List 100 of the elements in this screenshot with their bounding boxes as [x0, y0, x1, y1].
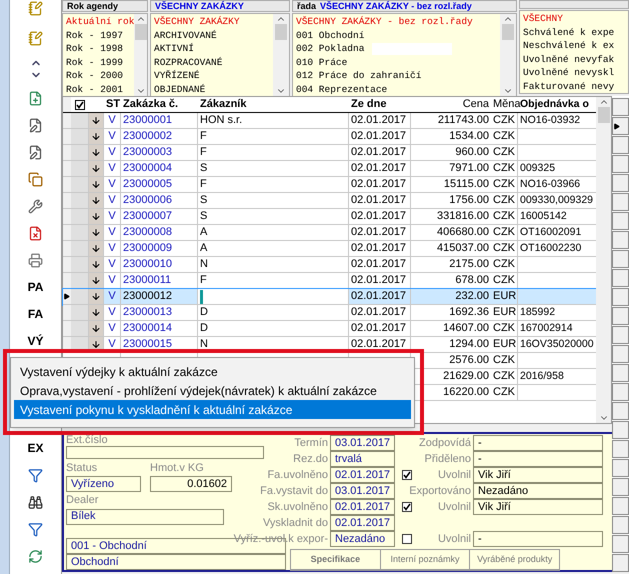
- table-cell-text: D: [200, 321, 208, 336]
- field-label: Sk.uvolněno: [267, 500, 328, 515]
- table-cell-text: 15115.00: [444, 177, 489, 192]
- table-cell-text: CZK: [493, 273, 515, 288]
- table-cell-text: 23000002: [123, 129, 172, 144]
- table-cell-text: EUR: [493, 305, 516, 320]
- table-cell-text: CZK: [493, 209, 515, 224]
- table-cell-text: CZK: [493, 145, 515, 160]
- table-cell-text: CZK: [493, 353, 515, 368]
- table-cell-text: 1756.00: [449, 193, 489, 208]
- table-cell-text: 23000003: [123, 145, 172, 160]
- table-cell-text: F: [200, 129, 207, 144]
- table-cell-text: V: [108, 289, 116, 304]
- field-label: Ext.číslo: [66, 435, 109, 446]
- table-cell-text: CZK: [493, 193, 515, 208]
- field-label: Vyskladnit do: [262, 516, 328, 531]
- table-cell-text: V: [108, 177, 116, 192]
- table-cell-text: 23000007: [123, 209, 172, 224]
- table-cell-text: CZK: [493, 385, 515, 400]
- table-cell-text: 02.01.2017: [351, 225, 406, 240]
- table-cell-text: 232.00: [455, 289, 489, 304]
- table-cell-text: V: [108, 241, 116, 256]
- field-label: Termín: [294, 436, 328, 451]
- table-cell-text: D: [200, 305, 208, 320]
- table-cell-text: 02.01.2017: [351, 257, 406, 272]
- table-cell-text: 02.01.2017: [351, 145, 406, 160]
- table-cell-text: V: [108, 305, 116, 320]
- table-cell-text: V: [108, 209, 116, 224]
- table-cell-text: 009330,009329: [520, 192, 593, 208]
- table-cell-text: OT16002091: [520, 224, 582, 240]
- table-cell-text: 23000013: [123, 305, 172, 320]
- table-cell-text: EUR: [493, 289, 516, 304]
- field-label: Dealer: [66, 493, 100, 508]
- field-label: Fa.vystavit do: [260, 484, 328, 499]
- table-cell-text: OT16002230: [520, 240, 582, 256]
- table-cell-text: 2576.00: [449, 353, 489, 368]
- table-cell-text: F: [200, 145, 207, 160]
- table-cell-text: V: [108, 145, 116, 160]
- field-label: Hmot.v KG: [150, 460, 204, 476]
- table-cell-text: A: [200, 241, 208, 256]
- field-label: Zodpovídá: [419, 436, 471, 451]
- table-cell-text: N: [200, 337, 208, 352]
- table-cell-text: S: [200, 193, 208, 208]
- table-cell-text: A: [200, 225, 208, 240]
- table-cell-text: N: [200, 257, 208, 272]
- field-label: Uvolnil: [438, 500, 471, 515]
- table-cell-text: 02.01.2017: [351, 177, 406, 192]
- list-header: Rok agendy: [67, 1, 118, 11]
- table-cell-text: CZK: [493, 225, 515, 240]
- table-cell-text: V: [108, 321, 116, 336]
- table-cell-text: 02.01.2017: [351, 113, 406, 128]
- table-cell-text: 14607.00: [443, 321, 489, 336]
- table-cell-text: 23000001: [123, 113, 172, 128]
- table-cell-text: 23000010: [123, 257, 172, 272]
- field-label: Fa.uvolněno: [267, 468, 328, 483]
- table-cell-text: 02.01.2017: [351, 273, 406, 288]
- table-cell-text: V: [108, 129, 116, 144]
- field-label: Uvolnil: [438, 532, 471, 547]
- field-label: Exportováno: [409, 484, 471, 499]
- table-cell-text: CZK: [493, 321, 515, 336]
- table-cell-text: 16005142: [520, 208, 567, 224]
- table-cell-text: S: [200, 161, 208, 176]
- table-cell-text: 678.00: [455, 273, 489, 288]
- table-cell-text: 02.01.2017: [351, 161, 406, 176]
- table-cell-text: F: [200, 273, 207, 288]
- table-cell-text: V: [108, 337, 116, 352]
- table-cell-text: 02.01.2017: [351, 193, 406, 208]
- table-cell-text: 02.01.2017: [351, 289, 406, 304]
- table-cell-text: 16OV35020000: [520, 336, 594, 352]
- table-cell-text: CZK: [493, 113, 515, 128]
- table-cell-text: V: [108, 257, 116, 272]
- table-cell-text: V: [108, 161, 116, 176]
- table-cell-text: 1692.36: [449, 305, 489, 320]
- table-cell-text: CZK: [493, 161, 515, 176]
- table-cell-text: NO16-03966: [520, 176, 580, 192]
- table-cell-text: 02.01.2017: [351, 321, 406, 336]
- table-cell-text: 21629.00: [443, 369, 489, 384]
- table-cell-text: V: [108, 273, 116, 288]
- table-cell-text: CZK: [493, 241, 515, 256]
- table-cell-text: V: [108, 113, 116, 128]
- field-label: Uvolnil: [438, 468, 471, 483]
- table-cell-text: CZK: [493, 369, 515, 384]
- table-cell-text: 23000009: [123, 241, 172, 256]
- table-cell-text: 02.01.2017: [351, 241, 406, 256]
- field-label: Rez.do: [293, 452, 328, 467]
- table-cell-text: 23000014: [123, 321, 172, 336]
- table-cell-text: 1534.00: [449, 129, 489, 144]
- table-cell-text: V: [108, 193, 116, 208]
- table-cell-text: NO16-03932: [520, 112, 580, 128]
- table-cell-text: 7971.00: [449, 161, 489, 176]
- table-cell-text: 23000012: [123, 289, 172, 304]
- table-cell-text: 02.01.2017: [351, 209, 406, 224]
- table-cell-text: 406680.00: [437, 225, 489, 240]
- list-header: VŠECHNY ZAKÁZKY: [155, 1, 244, 11]
- table-cell-text: 1294.00: [449, 337, 489, 352]
- table-cell-text: 009325: [520, 160, 556, 176]
- table-cell-text: 02.01.2017: [351, 129, 406, 144]
- table-cell-text: CZK: [493, 177, 515, 192]
- list-header-label: řada: [297, 1, 316, 11]
- table-cell-text: 23000004: [123, 161, 172, 176]
